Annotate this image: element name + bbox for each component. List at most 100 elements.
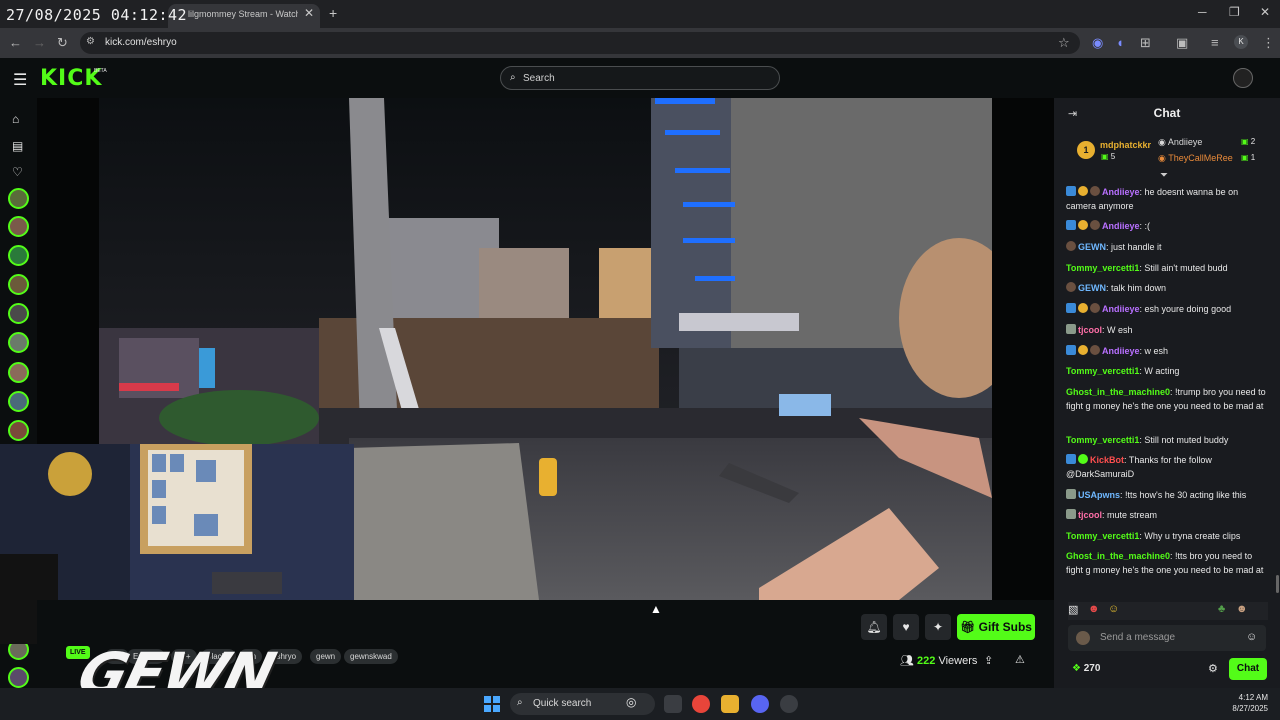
profile-avatar[interactable]: K (1234, 35, 1248, 49)
following-heart-icon[interactable]: ♡ (12, 165, 23, 179)
chat-message: tjcool: W esh (1066, 323, 1266, 337)
share-icon[interactable]: ⇪ (984, 654, 993, 667)
new-tab-icon[interactable]: + (329, 5, 337, 21)
hamburger-menu-icon[interactable]: ☰ (13, 70, 27, 90)
chat-text: : mute stream (1102, 510, 1158, 520)
notification-bell-icon[interactable]: 🔔︎ (861, 614, 887, 640)
home-icon[interactable]: ⌂ (12, 112, 19, 126)
followed-channel-avatar[interactable] (8, 188, 29, 209)
chat-username[interactable]: Tommy_vercetti1 (1066, 435, 1139, 445)
extensions-puzzle-icon[interactable]: ⊞ (1140, 35, 1151, 51)
back-icon[interactable]: ← (9, 35, 22, 50)
badge-icon (1066, 186, 1076, 196)
taskbar-clock-date[interactable]: 8/27/2025 (1220, 704, 1268, 713)
chat-username[interactable]: KickBot (1090, 455, 1124, 465)
chrome-icon[interactable] (692, 695, 710, 713)
file-explorer-icon[interactable] (721, 695, 739, 713)
chat-username[interactable]: Andiieye (1102, 346, 1140, 356)
task-view-icon[interactable] (664, 695, 682, 713)
chat-message: Andiieye: esh youre doing good (1066, 302, 1266, 316)
address-bar[interactable] (80, 32, 1080, 54)
emote-icon[interactable]: ☺ (1108, 603, 1119, 615)
report-warning-icon[interactable]: ⚠ (1015, 653, 1025, 666)
verified-icon (1078, 454, 1088, 464)
extension-icon[interactable]: ◉ (1092, 35, 1103, 51)
chat-text: : :( (1139, 221, 1151, 231)
rank-icon: ◉ (1158, 153, 1169, 163)
browse-icon[interactable]: ▤ (12, 139, 23, 153)
followed-channel-avatar[interactable] (8, 245, 29, 266)
followed-channel-avatar[interactable] (8, 216, 29, 237)
chat-text: : Why u tryna create clips (1139, 531, 1241, 541)
chat-username[interactable]: GEWN (1078, 242, 1106, 252)
points-icon: ❖ (1072, 663, 1084, 674)
badge-icon (1090, 303, 1100, 313)
media-control-icon[interactable]: ≡ (1211, 35, 1219, 50)
chat-text: : W esh (1102, 325, 1133, 335)
close-tab-icon[interactable]: ✕ (304, 6, 314, 20)
close-window-icon[interactable]: ✕ (1260, 5, 1270, 19)
chat-message: Tommy_vercetti1: Why u tryna create clip… (1066, 529, 1266, 543)
windows-start-icon[interactable] (484, 696, 500, 712)
tag-gewn[interactable]: gewn (310, 649, 342, 664)
leaderboard-user-2[interactable]: ◉ Andiieye (1158, 137, 1202, 148)
chat-username[interactable]: Andiieye (1102, 221, 1140, 231)
chat-username[interactable]: Tommy_vercetti1 (1066, 263, 1139, 273)
taskbar-clock-time[interactable]: 4:12 AM (1230, 693, 1268, 702)
site-info-icon[interactable]: ⚙ (86, 36, 95, 47)
user-avatar[interactable] (1233, 68, 1253, 88)
followed-channel-avatar[interactable] (8, 362, 29, 383)
follow-heart-icon[interactable]: ♥ (893, 614, 919, 640)
emote-icon[interactable]: ▧ (1068, 603, 1078, 616)
expand-leaderboard-icon[interactable]: ⏷ (1160, 170, 1168, 181)
app-icon[interactable] (780, 695, 798, 713)
chat-username[interactable]: GEWN (1078, 283, 1106, 293)
sidepanel-icon[interactable]: ▣ (1176, 35, 1188, 51)
chat-username[interactable]: Tommy_vercetti1 (1066, 531, 1139, 541)
followed-channel-avatar[interactable] (8, 303, 29, 324)
badge-icon (1066, 220, 1076, 230)
chat-settings-gear-icon[interactable]: ⚙ (1208, 662, 1218, 675)
chat-username[interactable]: Ghost_in_the_machine0 (1066, 551, 1170, 561)
chat-username[interactable]: Andiieye (1102, 187, 1140, 197)
followed-channel-avatar[interactable] (8, 391, 29, 412)
chat-username[interactable]: Ghost_in_the_machine0 (1066, 387, 1170, 397)
send-chat-button[interactable]: Chat (1229, 658, 1267, 680)
channel-points[interactable]: ❖ 270 (1072, 663, 1100, 674)
chat-username[interactable]: USApwns (1078, 490, 1120, 500)
badge-icon (1078, 220, 1088, 230)
leaderboard-user-3[interactable]: ◉ TheyCallMeRee (1158, 153, 1233, 164)
leaderboard-top-user[interactable]: mdphatckkr (1100, 140, 1151, 150)
maximize-icon[interactable]: ❐ (1229, 5, 1240, 19)
followed-channel-avatar[interactable] (8, 332, 29, 353)
gift-subs-button[interactable]: 🎁︎ Gift Subs (957, 614, 1035, 640)
browser-menu-icon[interactable]: ⋮ (1262, 35, 1275, 51)
copilot-icon[interactable]: ◎ (626, 695, 636, 709)
chat-username[interactable]: tjcool (1078, 325, 1102, 335)
emote-icon[interactable]: ☻ (1088, 603, 1100, 615)
minimize-icon[interactable]: ─ (1198, 5, 1207, 19)
followed-channel-avatar[interactable] (8, 274, 29, 295)
chat-username[interactable]: tjcool (1078, 510, 1102, 520)
discord-icon[interactable] (751, 695, 769, 713)
emote-picker-icon[interactable]: ☺ (1246, 631, 1257, 643)
tag-gewnskwad[interactable]: gewnskwad (344, 649, 398, 664)
chat-username[interactable]: Andiieye (1102, 304, 1140, 314)
url-text[interactable]: kick.com/eshryo (105, 37, 177, 48)
emote-bar: ▧ ☻ ☺ ♣ ☻ (1068, 602, 1268, 620)
reload-icon[interactable]: ↻ (57, 35, 68, 51)
forward-icon[interactable]: → (33, 35, 46, 50)
emote-icon[interactable]: ♣ (1218, 603, 1225, 615)
followed-channel-avatar[interactable] (8, 420, 29, 441)
video-letterbox (992, 98, 1054, 600)
bookmark-star-icon[interactable]: ☆ (1058, 35, 1070, 51)
chat-input-placeholder: Send a message (1100, 632, 1176, 643)
chat-username[interactable]: Tommy_vercetti1 (1066, 366, 1139, 376)
emote-icon[interactable]: ☻ (1236, 603, 1248, 615)
extension-icon-2[interactable]: ◖ (1116, 35, 1124, 50)
chat-message: Ghost_in_the_machine0: !trump bro you ne… (1066, 385, 1266, 413)
followed-channel-avatar[interactable] (8, 667, 29, 688)
chat-scrollbar[interactable] (1276, 575, 1279, 593)
sparkle-icon[interactable]: ✦ (925, 614, 951, 640)
chat-text: : !tts how's he 30 acting like this (1120, 490, 1247, 500)
